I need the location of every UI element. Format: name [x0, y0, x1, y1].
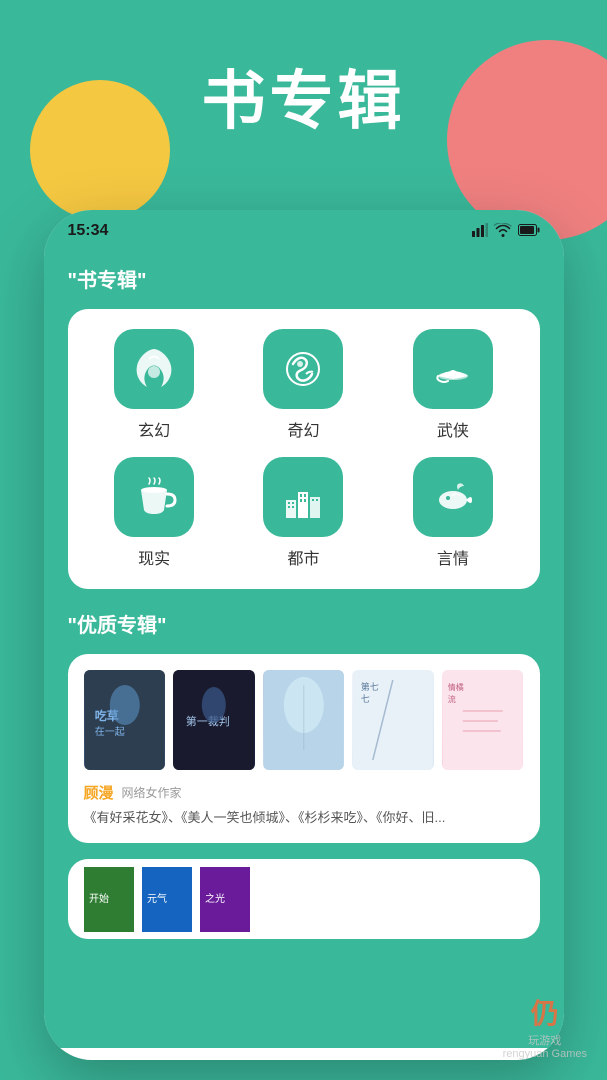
book-cover-2[interactable]: 第一裁判: [173, 670, 255, 770]
svg-text:七: 七: [361, 694, 370, 704]
svg-text:开始: 开始: [89, 892, 109, 905]
svg-text:在一起: 在一起: [94, 726, 124, 738]
book-mini-3[interactable]: 之光: [200, 867, 250, 932]
phone-frame: 15:34: [44, 210, 564, 1060]
genre-icon-xuanhuan: [114, 329, 194, 409]
svg-text:元气: 元气: [147, 892, 167, 905]
section2-title: "优质专辑": [68, 609, 540, 638]
genre-label-xianshi: 现实: [138, 545, 170, 569]
genre-grid: 玄幻 奇幻: [88, 329, 520, 569]
watermark-number: 仍: [531, 992, 559, 1032]
svg-text:流: 流: [448, 694, 456, 704]
watermark-english: rengyuan Games: [503, 1048, 587, 1060]
author-name: 顾漫: [84, 782, 114, 803]
genre-item-dushi[interactable]: 都市: [237, 457, 370, 569]
status-time: 15:34: [68, 222, 109, 240]
watermark-site: 玩游戏: [528, 1032, 561, 1048]
book-description: 《有好采花女》、《美人一笑也倾城》、《杉杉来吃》、《你好、旧...: [84, 809, 524, 827]
battery-icon: [518, 223, 540, 239]
genre-item-xianshi[interactable]: 现实: [88, 457, 221, 569]
book-cover-1[interactable]: 吃草 在一起: [84, 670, 166, 770]
genre-label-qihuan: 奇幻: [287, 417, 319, 441]
genre-label-yanqing: 言情: [437, 545, 469, 569]
genre-item-wuxia[interactable]: 武侠: [386, 329, 519, 441]
status-bar: 15:34: [44, 210, 564, 248]
book-cover-4[interactable]: 第七 七: [352, 670, 434, 770]
premium-card-1: 吃草 在一起 第一裁判: [68, 654, 540, 843]
genre-label-wuxia: 武侠: [437, 417, 469, 441]
genre-icon-yanqing: [413, 457, 493, 537]
genre-item-qihuan[interactable]: 奇幻: [237, 329, 370, 441]
svg-text:之光: 之光: [205, 892, 225, 905]
genre-icon-wuxia: [413, 329, 493, 409]
genre-item-yanqing[interactable]: 言情: [386, 457, 519, 569]
book-cover-3[interactable]: [263, 670, 345, 770]
book-mini-1[interactable]: 开始: [84, 867, 134, 932]
status-icons: [472, 223, 540, 240]
premium-card-2: 开始 元气 之光: [68, 859, 540, 939]
genre-item-xuanhuan[interactable]: 玄幻: [88, 329, 221, 441]
genre-label-dushi: 都市: [287, 545, 319, 569]
author-tag: 网络女作家: [122, 784, 182, 801]
wifi-icon: [494, 223, 512, 240]
book-cover-5[interactable]: 情橘 流: [442, 670, 524, 770]
book-mini-2[interactable]: 元气: [142, 867, 192, 932]
watermark: 仍 玩游戏 rengyuan Games: [503, 992, 587, 1060]
svg-text:情橘: 情橘: [448, 682, 464, 692]
genre-icon-dushi: [263, 457, 343, 537]
genre-icon-qihuan: [263, 329, 343, 409]
signal-icon: [472, 223, 488, 240]
genre-card: 玄幻 奇幻: [68, 309, 540, 589]
book-covers-row: 吃草 在一起 第一裁判: [84, 670, 524, 770]
genre-label-xuanhuan: 玄幻: [138, 417, 170, 441]
section1-title: "书专辑": [68, 264, 540, 293]
author-row: 顾漫 网络女作家: [84, 782, 524, 803]
main-title: 书专辑: [0, 50, 607, 142]
genre-icon-xianshi: [114, 457, 194, 537]
phone-content: "书专辑" 玄幻: [44, 248, 564, 1048]
svg-text:第七: 第七: [361, 681, 379, 692]
